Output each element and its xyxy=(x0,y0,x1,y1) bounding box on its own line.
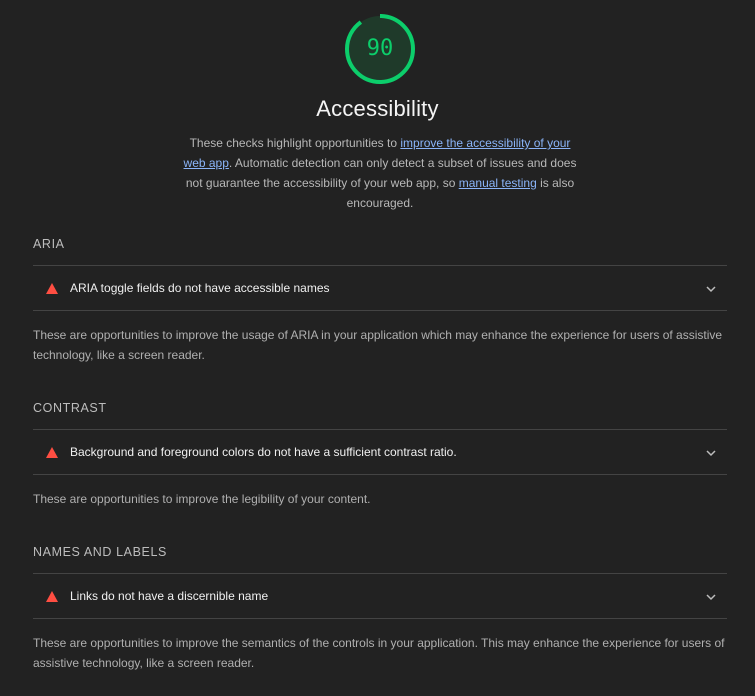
chevron-down-icon[interactable] xyxy=(705,591,717,603)
description-text: These checks highlight opportunities to xyxy=(189,136,401,150)
group-title-aria: ARIA xyxy=(33,237,65,251)
chevron-down-icon[interactable] xyxy=(705,447,717,459)
audit-label: Links do not have a discernible name xyxy=(70,589,269,603)
chevron-down-icon[interactable] xyxy=(705,283,717,295)
group-description-aria: These are opportunities to improve the u… xyxy=(33,328,723,362)
audit-link-name[interactable]: Links do not have a discernible name xyxy=(33,573,727,619)
audit-color-contrast[interactable]: Background and foreground colors do not … xyxy=(33,429,727,475)
group-description-contrast: These are opportunities to improve the l… xyxy=(33,492,371,506)
score-gauge: 90 xyxy=(344,13,416,85)
audit-aria-toggle-names[interactable]: ARIA toggle fields do not have accessibl… xyxy=(33,265,727,311)
group-title-contrast: CONTRAST xyxy=(33,401,107,415)
group-title-names-labels: NAMES AND LABELS xyxy=(33,545,167,559)
fail-triangle-icon xyxy=(46,283,58,294)
page-title: Accessibility xyxy=(316,96,439,121)
gauge-score: 90 xyxy=(366,36,394,61)
manual-testing-link[interactable]: manual testing xyxy=(459,176,537,190)
group-description-names-labels: These are opportunities to improve the s… xyxy=(33,636,725,670)
category-description: These checks highlight opportunities to … xyxy=(180,133,580,213)
fail-triangle-icon xyxy=(46,591,58,602)
fail-triangle-icon xyxy=(46,447,58,458)
audit-label: Background and foreground colors do not … xyxy=(70,445,457,459)
audit-label: ARIA toggle fields do not have accessibl… xyxy=(70,281,330,295)
